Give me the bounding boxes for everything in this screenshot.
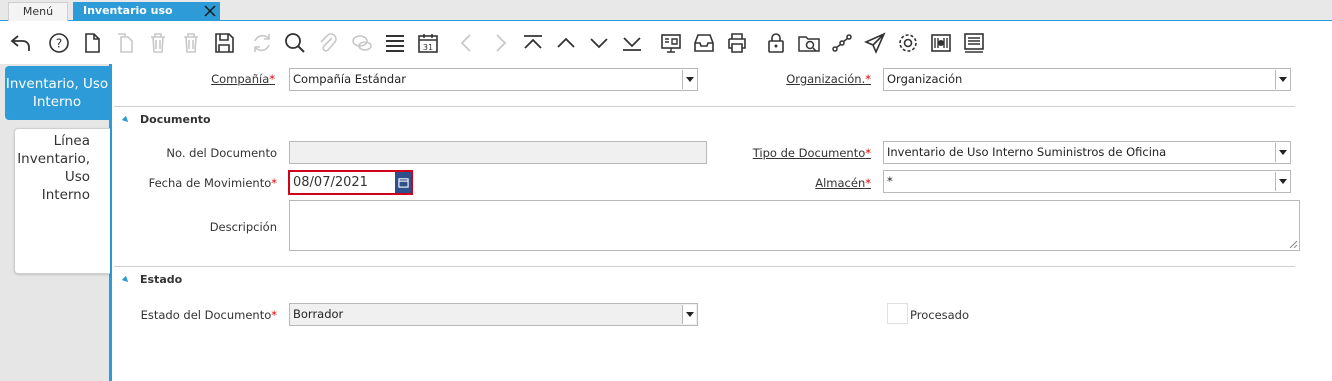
previous-icon[interactable] xyxy=(455,31,479,55)
svg-text:?: ? xyxy=(56,37,62,51)
product-info-icon[interactable] xyxy=(929,31,953,55)
chevron-down-icon[interactable] xyxy=(1275,172,1289,191)
org-select[interactable]: Organización xyxy=(883,68,1291,91)
vtab-linea-inventario[interactable]: Línea Inventario, Uso Interno xyxy=(14,128,110,274)
report-icon[interactable] xyxy=(659,31,683,55)
attachment-icon[interactable] xyxy=(316,31,340,55)
svg-text:31: 31 xyxy=(423,43,433,52)
grid-toggle-icon[interactable] xyxy=(383,31,407,55)
find-icon[interactable] xyxy=(283,31,307,55)
refresh-icon[interactable] xyxy=(250,31,274,55)
workflow-icon[interactable] xyxy=(830,31,854,55)
org-label: Organización.* xyxy=(786,72,871,86)
process-icon[interactable] xyxy=(896,31,920,55)
calendar-icon[interactable]: 31 xyxy=(416,31,440,55)
docno-field[interactable] xyxy=(289,141,707,164)
section-documento-header[interactable]: Documento xyxy=(140,113,211,126)
collapse-triangle-icon[interactable] xyxy=(121,275,131,285)
archive-icon[interactable] xyxy=(692,31,716,55)
toolbar: ? 31 xyxy=(0,22,1332,64)
required-marker: * xyxy=(271,176,277,190)
docno-label: No. del Documento xyxy=(166,146,277,160)
collapse-triangle-icon[interactable] xyxy=(121,115,131,125)
print-icon[interactable] xyxy=(725,31,749,55)
section-divider xyxy=(114,106,1295,107)
chevron-down-icon[interactable] xyxy=(1275,143,1289,162)
required-marker: * xyxy=(271,308,277,322)
calendar-icon[interactable] xyxy=(395,172,411,193)
copy-record-icon[interactable] xyxy=(113,31,137,55)
org-value: Organización xyxy=(887,72,963,86)
processed-checkbox[interactable] xyxy=(887,303,908,324)
resize-handle-icon[interactable] xyxy=(1289,240,1297,248)
detail-tabs-panel: Inventario, Uso Interno Línea Inventario… xyxy=(0,64,112,381)
required-marker: * xyxy=(865,72,871,86)
company-label: Compañía* xyxy=(211,72,275,86)
warehouse-label: Almacén* xyxy=(815,176,871,190)
chevron-down-icon[interactable] xyxy=(682,305,696,324)
next-icon[interactable] xyxy=(488,31,512,55)
zoom-across-icon[interactable] xyxy=(797,31,821,55)
warehouse-select[interactable]: * xyxy=(883,170,1291,193)
description-textarea[interactable] xyxy=(289,200,1300,251)
docstatus-value: Borrador xyxy=(293,307,344,321)
company-select[interactable]: Compañía Estándar xyxy=(289,68,698,91)
desc-label: Descripción xyxy=(209,220,277,234)
tab-inventario-uso-interno[interactable]: Inventario uso Interno xyxy=(73,2,220,35)
doctype-label: Tipo de Documento* xyxy=(752,146,871,160)
company-value: Compañía Estándar xyxy=(293,72,406,86)
chat-icon[interactable] xyxy=(350,31,374,55)
send-icon[interactable] xyxy=(863,31,887,55)
close-icon[interactable] xyxy=(202,3,218,19)
detail-record-icon[interactable] xyxy=(587,31,611,55)
new-record-icon[interactable] xyxy=(80,31,104,55)
doctype-select[interactable]: Inventario de Uso Interno Suministros de… xyxy=(883,141,1291,164)
required-marker: * xyxy=(865,176,871,190)
parent-record-icon[interactable] xyxy=(554,31,578,55)
delete-icon[interactable] xyxy=(146,31,170,55)
help-icon[interactable]: ? xyxy=(47,31,71,55)
processed-label: Procesado xyxy=(910,308,970,322)
movement-date-field[interactable]: 08/07/2021 xyxy=(288,170,413,195)
form-icon[interactable] xyxy=(962,31,986,55)
warehouse-value: * xyxy=(887,174,893,188)
tab-menu[interactable]: Menú (3) xyxy=(8,2,68,36)
undo-icon[interactable] xyxy=(9,31,33,55)
delete-selection-icon[interactable] xyxy=(179,31,203,55)
chevron-down-icon[interactable] xyxy=(682,70,696,89)
section-divider xyxy=(114,266,1295,267)
required-marker: * xyxy=(865,146,871,160)
doctype-value: Inventario de Uso Interno Suministros de… xyxy=(887,145,1167,159)
lock-icon[interactable] xyxy=(764,31,788,55)
chevron-down-icon[interactable] xyxy=(1275,70,1289,89)
first-record-icon[interactable] xyxy=(521,31,545,55)
vtab-inventario-uso-interno[interactable]: Inventario, Uso Interno xyxy=(5,66,109,120)
last-record-icon[interactable] xyxy=(620,31,644,55)
docstatus-label: Estado del Documento* xyxy=(140,308,277,322)
window-tab-bar: Menú (3) Inventario uso Interno xyxy=(0,0,1332,36)
movdate-value: 08/07/2021 xyxy=(293,175,368,190)
docstatus-select[interactable]: Borrador xyxy=(289,303,698,326)
save-icon[interactable] xyxy=(212,31,236,55)
required-marker: * xyxy=(269,72,275,86)
movdate-label: Fecha de Movimiento* xyxy=(148,176,277,190)
section-estado-header[interactable]: Estado xyxy=(140,273,182,286)
